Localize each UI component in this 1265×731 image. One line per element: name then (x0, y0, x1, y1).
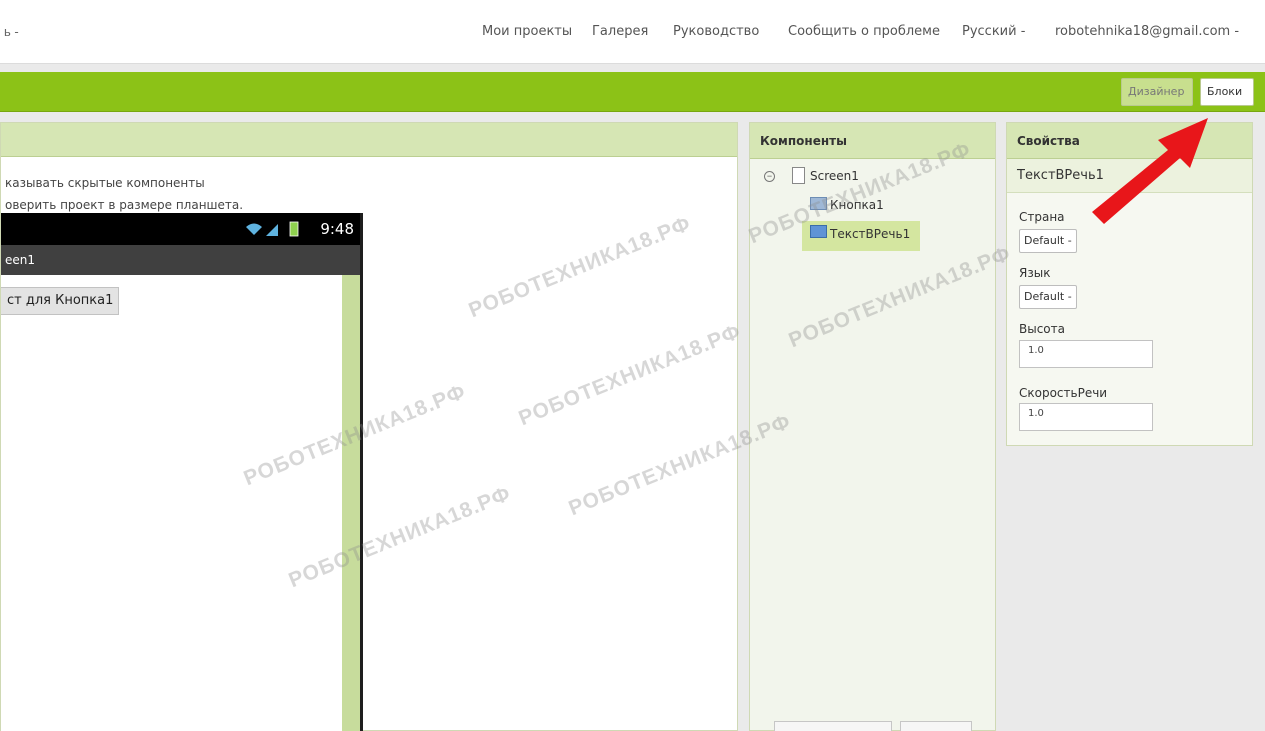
wifi-signal-battery-icon (246, 221, 299, 237)
phone-preview: 9:48 een1 ст для Кнопка1 (1, 213, 363, 731)
language-select[interactable]: Default - (1019, 285, 1077, 309)
tree-item-screen1[interactable]: Screen1 (810, 169, 859, 183)
viewer-header (1, 123, 737, 157)
tree-item-knopka1[interactable]: Кнопка1 (830, 198, 884, 212)
prop-country-label: Страна (1019, 210, 1065, 224)
properties-panel: Свойства ТекстВРечь1 Страна Default - Яз… (1006, 122, 1253, 446)
components-title: Компоненты (750, 123, 995, 159)
top-navbar: ь - Мои проекты Галерея Руководство Сооб… (0, 0, 1265, 64)
viewer-panel: казывать скрытые компоненты оверить прое… (0, 122, 738, 731)
phone-clock: 9:48 (320, 220, 354, 238)
project-menu[interactable]: ь - (4, 24, 19, 39)
text-to-speech-icon (810, 225, 827, 238)
selected-component-name: ТекстВРечь1 (1007, 159, 1252, 193)
properties-title: Свойства (1007, 123, 1252, 159)
tablet-preview-option[interactable]: оверить проект в размере планшета. (5, 198, 243, 212)
country-select[interactable]: Default - (1019, 229, 1077, 253)
phone-screen-title: een1 (1, 245, 360, 275)
delete-button[interactable] (900, 721, 972, 731)
speech-rate-input[interactable]: 1.0 (1019, 403, 1153, 431)
rename-button[interactable] (774, 721, 892, 731)
designer-button[interactable]: Дизайнер (1121, 78, 1193, 106)
blocks-button[interactable]: Блоки (1200, 78, 1254, 106)
phone-scrollbar[interactable] (342, 275, 360, 731)
project-toolbar: Дизайнер Блоки (0, 72, 1265, 112)
nav-my-projects[interactable]: Мои проекты (482, 24, 572, 39)
nav-guide[interactable]: Руководство (673, 24, 759, 39)
components-panel: Компоненты − Screen1 Кнопка1 ТекстВРечь1 (749, 122, 996, 731)
language-menu[interactable]: Русский - (962, 24, 1025, 39)
prop-pitch-label: Высота (1019, 322, 1065, 336)
nav-report-problem[interactable]: Сообщить о проблеме (788, 24, 940, 39)
button-component-icon (810, 197, 827, 210)
prop-speech-rate-label: СкоростьРечи (1019, 386, 1108, 400)
nav-gallery[interactable]: Галерея (592, 24, 648, 39)
collapse-icon[interactable]: − (764, 171, 775, 182)
phone-button-knopka1[interactable]: ст для Кнопка1 (1, 287, 119, 315)
prop-language-label: Язык (1019, 266, 1051, 280)
screen-icon (792, 167, 805, 184)
tree-item-tekstvrech1[interactable]: ТекстВРечь1 (830, 227, 910, 241)
show-hidden-components-option[interactable]: казывать скрытые компоненты (5, 176, 205, 190)
pitch-input[interactable]: 1.0 (1019, 340, 1153, 368)
phone-status-bar: 9:48 (1, 213, 360, 245)
account-menu[interactable]: robotehnika18@gmail.com - (1055, 24, 1239, 39)
